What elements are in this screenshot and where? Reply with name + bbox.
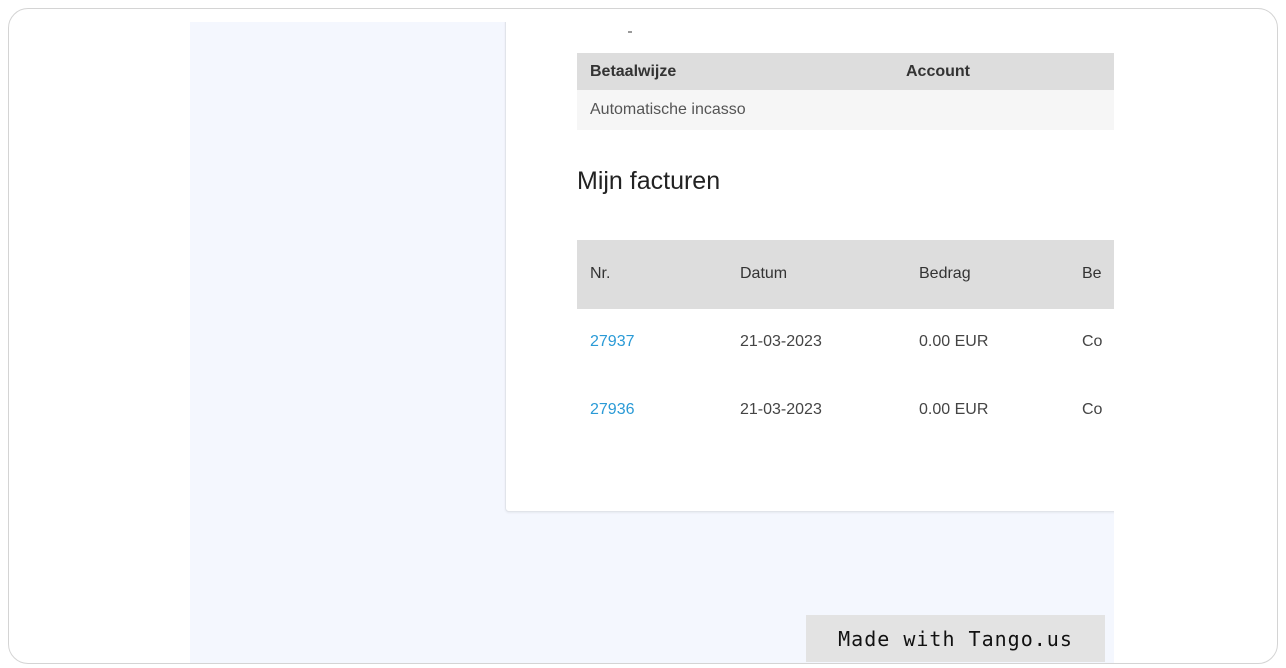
table-row: 27936 21-03-2023 0.00 EUR Co bbox=[577, 377, 1114, 445]
tango-watermark: Made with Tango.us bbox=[806, 615, 1105, 662]
invoice-status: Co bbox=[1082, 401, 1103, 418]
invoice-amount: 0.00 EUR bbox=[919, 401, 989, 418]
page-viewport: Betaalwijze Account Automatische incasso… bbox=[190, 22, 1114, 663]
header-betaalwijze: Betaalwijze bbox=[590, 63, 677, 80]
payment-table-header: Betaalwijze Account bbox=[577, 53, 1114, 90]
header-account: Account bbox=[906, 63, 970, 80]
payment-method-value: Automatische incasso bbox=[590, 101, 746, 118]
table-row: 27937 21-03-2023 0.00 EUR Co bbox=[577, 309, 1114, 377]
truncated-text-fragment bbox=[628, 31, 632, 33]
header-bedrag: Bedrag bbox=[919, 265, 971, 282]
invoices-table-header: Nr. Datum Bedrag Be bbox=[577, 240, 1114, 309]
invoice-date: 21-03-2023 bbox=[740, 333, 822, 350]
screenshot-frame: Betaalwijze Account Automatische incasso… bbox=[8, 8, 1278, 664]
invoices-table: Nr. Datum Bedrag Be 27937 21-03-2023 0.0… bbox=[577, 240, 1114, 445]
invoice-date: 21-03-2023 bbox=[740, 401, 822, 418]
invoice-status: Co bbox=[1082, 333, 1103, 350]
account-card: Betaalwijze Account Automatische incasso… bbox=[505, 22, 1114, 512]
header-nr: Nr. bbox=[590, 265, 611, 282]
header-datum: Datum bbox=[740, 265, 788, 282]
payment-method-table: Betaalwijze Account Automatische incasso bbox=[577, 53, 1114, 130]
header-status: Be bbox=[1082, 265, 1102, 282]
invoice-amount: 0.00 EUR bbox=[919, 333, 989, 350]
invoices-title: Mijn facturen bbox=[577, 167, 721, 195]
payment-table-row: Automatische incasso bbox=[577, 90, 1114, 130]
invoice-number-link[interactable]: 27936 bbox=[590, 401, 635, 419]
invoice-number-link[interactable]: 27937 bbox=[590, 333, 635, 351]
